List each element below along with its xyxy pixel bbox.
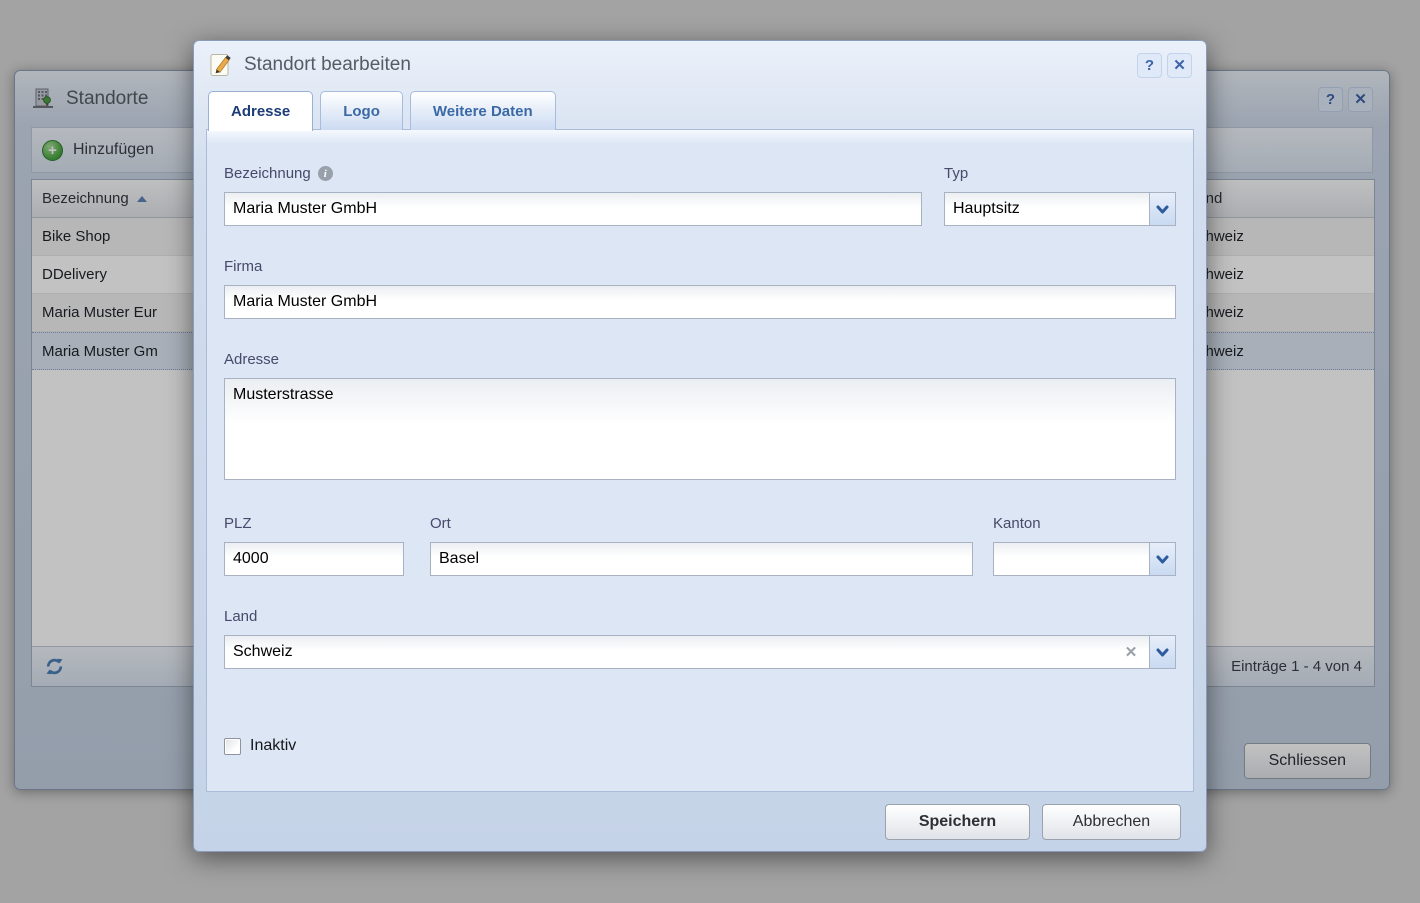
dialog-title: Standort bearbeiten <box>244 54 1132 76</box>
kanton-dropdown-trigger[interactable] <box>1149 542 1176 576</box>
plz-label: PLZ <box>224 514 404 533</box>
plz-field[interactable] <box>224 542 404 576</box>
tab-adresse[interactable]: Adresse <box>208 91 313 131</box>
typ-dropdown-trigger[interactable] <box>1149 192 1176 226</box>
clear-icon[interactable]: ✕ <box>1122 635 1140 669</box>
cancel-button[interactable]: Abbrechen <box>1042 804 1181 840</box>
firma-label: Firma <box>224 257 1176 276</box>
land-combobox: ✕ <box>224 635 1176 669</box>
dialog-help-button[interactable]: ? <box>1137 53 1162 78</box>
kanton-combobox <box>993 542 1176 576</box>
typ-combobox <box>944 192 1176 226</box>
bezeichnung-label: Bezeichnung i <box>224 164 922 183</box>
adresse-label: Adresse <box>224 350 1176 369</box>
kanton-label: Kanton <box>993 514 1176 533</box>
tab-weitere-daten[interactable]: Weitere Daten <box>410 91 556 130</box>
edit-location-dialog: Standort bearbeiten ? ✕ Adresse Logo Wei… <box>193 40 1207 852</box>
ort-field[interactable] <box>430 542 973 576</box>
dialog-footer: Speichern Abbrechen <box>194 792 1206 851</box>
land-dropdown-trigger[interactable] <box>1149 635 1176 669</box>
dialog-close-button[interactable]: ✕ <box>1167 53 1192 78</box>
ort-label: Ort <box>430 514 973 533</box>
land-label: Land <box>224 607 1176 626</box>
inaktiv-checkbox[interactable] <box>224 738 241 755</box>
land-field[interactable] <box>224 635 1176 669</box>
inaktiv-checkbox-row: Inaktiv <box>224 737 1176 755</box>
save-button[interactable]: Speichern <box>885 804 1030 840</box>
chevron-down-icon <box>1156 555 1169 564</box>
inaktiv-label: Inaktiv <box>250 737 296 755</box>
bezeichnung-field[interactable] <box>224 192 922 226</box>
firma-field[interactable] <box>224 285 1176 319</box>
dialog-body: Bezeichnung i Typ Firm <box>206 129 1194 792</box>
info-icon[interactable]: i <box>318 166 333 181</box>
tab-logo[interactable]: Logo <box>320 91 403 130</box>
adresse-field[interactable]: Musterstrasse <box>224 378 1176 480</box>
dialog-titlebar: Standort bearbeiten ? ✕ <box>194 41 1206 89</box>
dialog-tab-bar: Adresse Logo Weitere Daten <box>208 91 556 130</box>
edit-pencil-icon <box>208 52 234 78</box>
chevron-down-icon <box>1156 648 1169 657</box>
chevron-down-icon <box>1156 205 1169 214</box>
typ-field[interactable] <box>944 192 1176 226</box>
typ-label: Typ <box>944 164 1176 183</box>
